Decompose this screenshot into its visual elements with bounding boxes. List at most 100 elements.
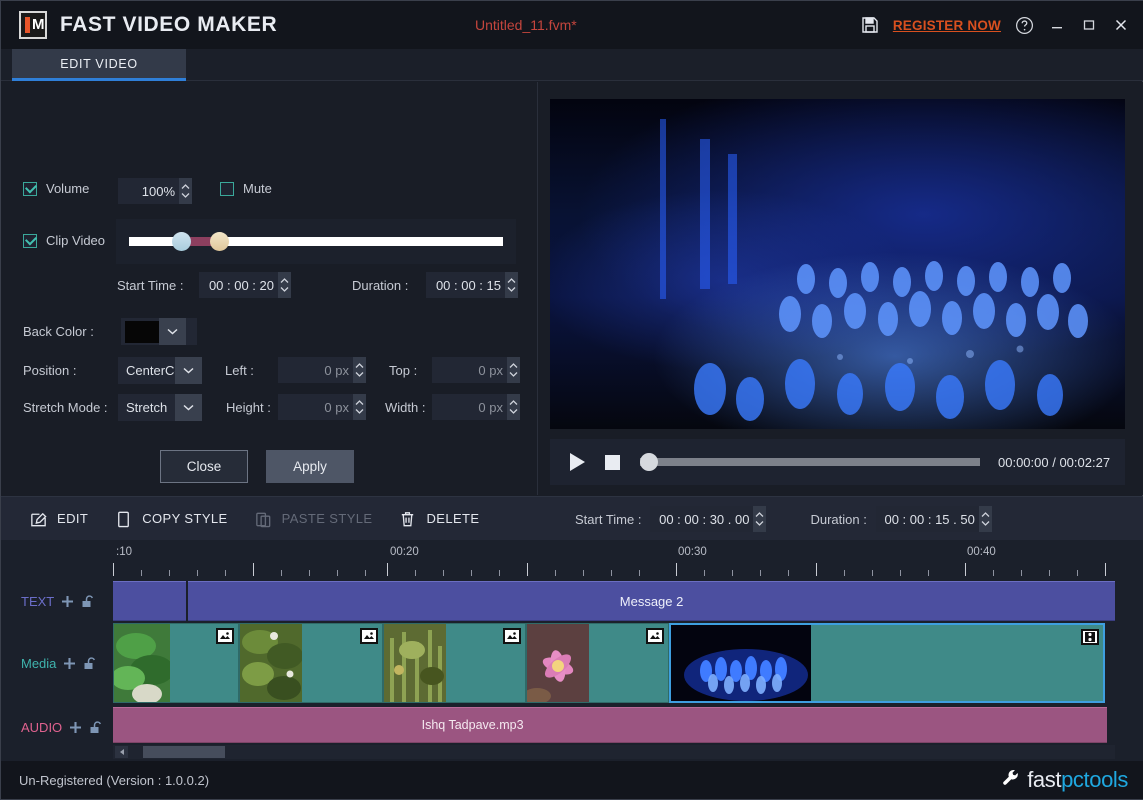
timeline-ruler[interactable]: :10 00:20 00:30 00:40 xyxy=(113,544,1115,576)
tab-edit-video[interactable]: EDIT VIDEO xyxy=(12,49,186,81)
unlock-icon[interactable] xyxy=(83,656,96,670)
position-combo[interactable]: CenterCe xyxy=(118,357,202,384)
minimize-button[interactable] xyxy=(1048,18,1066,32)
save-icon[interactable] xyxy=(861,16,879,34)
clip-start-time-label: Start Time : xyxy=(117,278,184,293)
text-clip[interactable] xyxy=(113,581,187,621)
app-window: M FAST VIDEO MAKER Untitled_11.fvm* REGI… xyxy=(0,0,1143,800)
scrollbar-thumb[interactable] xyxy=(143,746,225,758)
track-header-audio[interactable]: AUDIO xyxy=(1,707,113,747)
volume-checkbox[interactable] xyxy=(23,181,37,196)
media-clip-selected[interactable] xyxy=(669,623,1105,703)
trash-icon xyxy=(398,509,417,529)
delete-button[interactable]: DELETE xyxy=(398,509,479,529)
chevron-down-icon[interactable] xyxy=(175,394,202,421)
track-name-media: Media xyxy=(21,655,57,671)
brand-pc: pc xyxy=(1061,767,1084,792)
audio-clip[interactable] xyxy=(113,707,412,743)
back-color-combo[interactable] xyxy=(121,318,197,345)
title-bar: M FAST VIDEO MAKER Untitled_11.fvm* REGI… xyxy=(1,1,1143,49)
chevron-down-icon[interactable] xyxy=(159,318,186,345)
close-button-panel[interactable]: Close xyxy=(160,450,248,483)
brand-fast: fast xyxy=(1027,767,1062,792)
stretch-mode-label: Stretch Mode : xyxy=(23,400,108,415)
left-stepper[interactable] xyxy=(353,357,366,383)
height-field[interactable]: 0 px xyxy=(278,394,366,420)
register-now-link[interactable]: REGISTER NOW xyxy=(893,18,1001,33)
volume-label: Volume xyxy=(46,181,90,196)
toolbar-duration-field[interactable]: 00 : 00 : 15 . 50 xyxy=(875,506,992,532)
scroll-left-icon[interactable] xyxy=(115,746,128,758)
unlock-icon[interactable] xyxy=(81,594,94,608)
clip-start-time-field[interactable]: 00 : 00 : 20 xyxy=(199,272,291,298)
close-button[interactable] xyxy=(1112,18,1130,32)
chevron-down-icon[interactable] xyxy=(175,357,202,384)
stop-icon[interactable] xyxy=(605,454,620,470)
play-icon[interactable] xyxy=(570,453,585,471)
player-controls: 00:00:00 / 00:02:27 xyxy=(550,439,1125,485)
clip-duration-field[interactable]: 00 : 00 : 15 xyxy=(426,272,518,298)
width-field[interactable]: 0 px xyxy=(432,394,520,420)
properties-panel: Volume 100% Mute Clip Video Start Time : xyxy=(1,82,538,495)
track-header-media[interactable]: Media xyxy=(1,623,113,703)
toolbar-start-time-stepper[interactable] xyxy=(753,506,767,532)
clip-slider-end-handle[interactable] xyxy=(210,232,229,251)
video-preview[interactable] xyxy=(550,99,1125,429)
clip-start-time-stepper[interactable] xyxy=(278,272,291,298)
clip-video-checkbox[interactable] xyxy=(23,233,37,248)
track-text[interactable]: Message 2 xyxy=(113,581,1115,621)
video-frame-overlay xyxy=(660,119,1088,421)
track-media[interactable] xyxy=(113,623,1115,703)
height-stepper[interactable] xyxy=(353,394,366,420)
stretch-mode-combo[interactable]: Stretch xyxy=(118,394,202,421)
help-icon[interactable] xyxy=(1015,16,1034,35)
width-stepper[interactable] xyxy=(507,394,520,420)
back-color-label: Back Color : xyxy=(23,324,94,339)
audio-clip[interactable]: Ishq Tadpave.mp3 xyxy=(411,707,1107,743)
plus-icon[interactable] xyxy=(69,721,82,734)
maximize-button[interactable] xyxy=(1080,18,1098,32)
mute-row: Mute xyxy=(220,181,272,196)
toolbar-start-time-field[interactable]: 00 : 00 : 30 . 00 xyxy=(650,506,767,532)
clip-duration-stepper[interactable] xyxy=(505,272,518,298)
clip-slider-start-handle[interactable] xyxy=(172,232,191,251)
volume-field[interactable]: 100% xyxy=(118,178,192,204)
clip-start-time-value: 00 : 00 : 20 xyxy=(208,277,274,293)
plus-icon[interactable] xyxy=(63,657,76,670)
image-icon xyxy=(502,628,521,644)
volume-stepper[interactable] xyxy=(179,178,192,204)
plus-icon[interactable] xyxy=(61,595,74,608)
volume-value: 100% xyxy=(141,183,175,199)
media-clip[interactable] xyxy=(113,623,240,703)
paste-icon xyxy=(254,509,273,529)
media-clip[interactable] xyxy=(382,623,526,703)
timeline-scrollbar[interactable] xyxy=(113,745,1115,759)
media-clip[interactable] xyxy=(239,623,383,703)
track-header-text[interactable]: TEXT xyxy=(1,581,113,621)
mute-checkbox[interactable] xyxy=(220,181,234,196)
app-logo-icon: M xyxy=(19,11,47,39)
paste-style-button[interactable]: PASTE STYLE xyxy=(254,509,373,529)
top-stepper[interactable] xyxy=(507,357,520,383)
seek-bar[interactable] xyxy=(640,453,980,471)
left-field[interactable]: 0 px xyxy=(278,357,366,383)
media-clip[interactable] xyxy=(525,623,670,703)
unlock-icon[interactable] xyxy=(89,720,102,734)
toolbar-duration-stepper[interactable] xyxy=(978,506,992,532)
paste-style-label: PASTE STYLE xyxy=(281,511,373,526)
text-clip[interactable]: Message 2 xyxy=(188,581,1115,621)
edit-button[interactable]: EDIT xyxy=(29,509,88,529)
copy-style-button[interactable]: COPY STYLE xyxy=(114,509,227,529)
track-audio[interactable]: Ishq Tadpave.mp3 xyxy=(113,707,1115,743)
seek-track xyxy=(640,458,980,466)
copy-style-label: COPY STYLE xyxy=(142,511,228,526)
clip-range-slider[interactable] xyxy=(116,219,516,264)
width-value: 0 px xyxy=(478,399,503,415)
image-icon xyxy=(216,628,235,644)
seek-handle[interactable] xyxy=(640,453,658,471)
position-label: Position : xyxy=(23,363,77,378)
top-field[interactable]: 0 px xyxy=(432,357,520,383)
apply-button[interactable]: Apply xyxy=(266,450,354,483)
film-icon xyxy=(1080,629,1099,645)
playback-time: 00:00:00 / 00:02:27 xyxy=(998,454,1111,470)
